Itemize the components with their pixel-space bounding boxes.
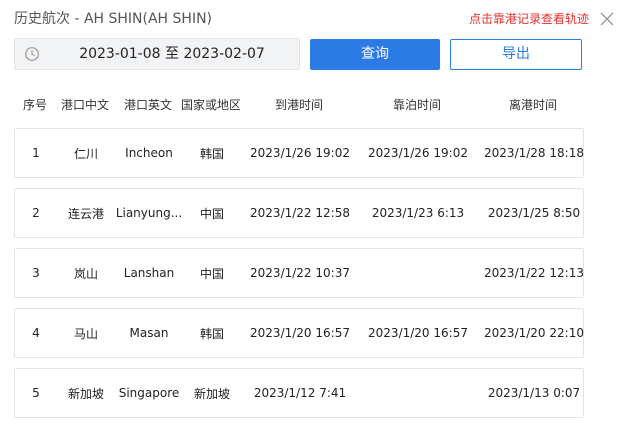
column-header-port-en: 港口英文 (123, 97, 172, 112)
port-name-en: Incheon (125, 146, 173, 160)
panel-header: 历史航次 - AH SHIN(AH SHIN) 点击靠港记录查看轨迹 (14, 9, 619, 29)
column-header-arrival: 到港时间 (274, 97, 323, 112)
table-row[interactable]: 1 仁川 Incheon 韩国 2023/1/26 19:02 2023/1/2… (14, 128, 584, 178)
arrival-time: 2023/1/22 12:58 (250, 206, 350, 220)
column-header-departure: 离港时间 (508, 97, 557, 112)
row-index: 4 (32, 326, 40, 340)
query-button[interactable]: 查询 (310, 39, 440, 70)
date-range-value: 2023-01-08 至 2023-02-07 (79, 46, 265, 62)
berthing-time (359, 249, 477, 297)
berthing-time: 2023/1/20 16:57 (368, 326, 468, 340)
arrival-time: 2023/1/22 10:37 (250, 266, 350, 280)
country: 韩国 (199, 326, 224, 341)
view-track-link[interactable]: 点击靠港记录查看轨迹 (469, 11, 589, 27)
port-name-cn: 新加坡 (67, 386, 104, 401)
departure-time: 2023/1/22 12:13 (484, 266, 584, 280)
port-name-en: Singapore (118, 386, 180, 400)
country: 韩国 (199, 146, 224, 161)
port-name-cn: 马山 (73, 326, 98, 341)
port-name-en: Lanshan (123, 266, 175, 280)
departure-time: 2023/1/20 22:10 (484, 326, 584, 340)
close-button[interactable] (597, 9, 617, 29)
row-index: 3 (32, 266, 40, 280)
berthing-time: 2023/1/23 6:13 (371, 206, 465, 220)
country: 中国 (199, 206, 224, 221)
country: 新加坡 (193, 386, 230, 401)
departure-time: 2023/1/28 18:18 (484, 146, 584, 160)
voyage-history-panel: 历史航次 - AH SHIN(AH SHIN) 点击靠港记录查看轨迹 2023-… (0, 0, 629, 424)
port-name-cn: 岚山 (73, 266, 98, 281)
port-name-en: Masan (129, 326, 169, 340)
close-icon (600, 12, 614, 26)
arrival-time: 2023/1/12 7:41 (253, 386, 347, 400)
port-name-cn: 连云港 (67, 206, 104, 221)
departure-time: 2023/1/25 8:50 (487, 206, 581, 220)
panel-title: 历史航次 - AH SHIN(AH SHIN) (14, 11, 213, 27)
arrival-time: 2023/1/20 16:57 (250, 326, 350, 340)
table-header: 序号 港口中文 港口英文 国家或地区 到港时间 靠泊时间 离港时间 (14, 94, 584, 114)
table-row[interactable]: 4 马山 Masan 韩国 2023/1/20 16:57 2023/1/20 … (14, 308, 584, 358)
column-header-berthing: 靠泊时间 (392, 97, 441, 112)
country: 中国 (199, 266, 224, 281)
row-index: 1 (32, 146, 40, 160)
clock-icon (25, 47, 39, 61)
column-header-index: 序号 (22, 97, 47, 112)
arrival-time: 2023/1/26 19:02 (250, 146, 350, 160)
port-name-en: Lianyung... (115, 206, 183, 220)
row-index: 2 (32, 206, 40, 220)
table-row[interactable]: 2 连云港 Lianyung... 中国 2023/1/22 12:58 202… (14, 188, 584, 238)
date-range-picker[interactable]: 2023-01-08 至 2023-02-07 (14, 38, 300, 70)
table-row[interactable]: 3 岚山 Lanshan 中国 2023/1/22 10:37 2023/1/2… (14, 248, 584, 298)
toolbar: 2023-01-08 至 2023-02-07 查询 导出 (14, 38, 584, 70)
export-button[interactable]: 导出 (450, 39, 582, 70)
berthing-time: 2023/1/26 19:02 (368, 146, 468, 160)
column-header-port-cn: 港口中文 (60, 97, 109, 112)
column-header-country: 国家或地区 (182, 97, 240, 112)
departure-time: 2023/1/13 0:07 (487, 386, 581, 400)
berthing-time (359, 369, 477, 417)
port-name-cn: 仁川 (73, 146, 98, 161)
row-index: 5 (32, 386, 40, 400)
table-row[interactable]: 5 新加坡 Singapore 新加坡 2023/1/12 7:41 2023/… (14, 368, 584, 418)
